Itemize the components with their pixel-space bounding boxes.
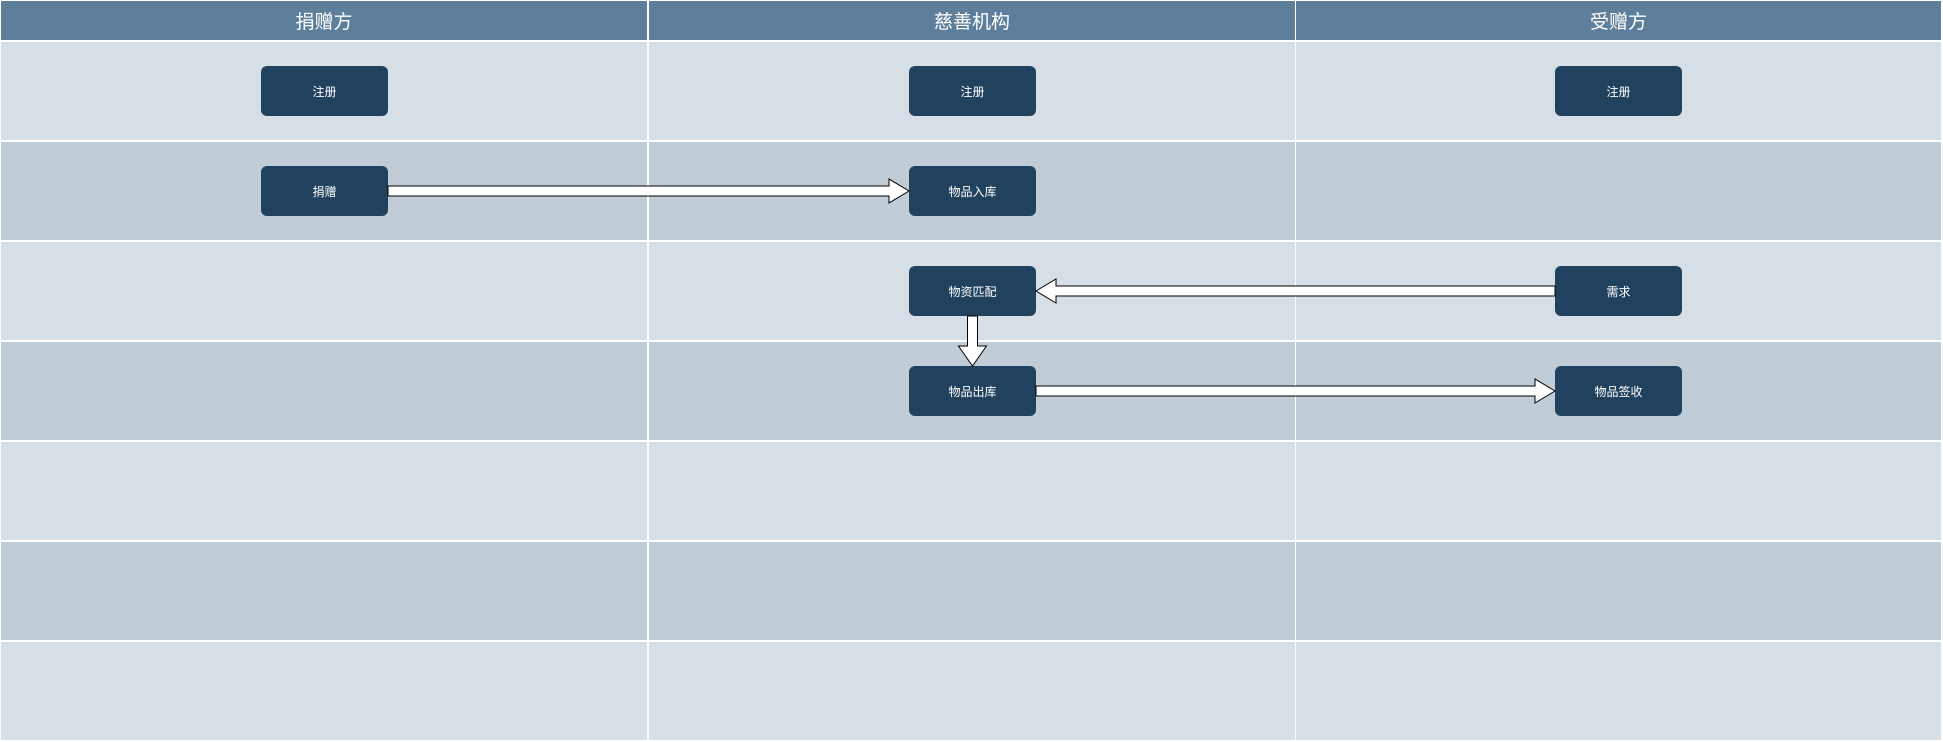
lane-header-recipient: 受赠方 [1296, 1, 1941, 40]
lane-header-donor: 捐赠方 [1, 1, 647, 40]
lane-cell [1, 242, 647, 340]
lane-cell [1296, 642, 1941, 740]
lane-cell [1296, 442, 1941, 540]
process-node-stock-in: 物品入库 [909, 166, 1036, 216]
process-node-recipient-register: 注册 [1555, 66, 1682, 116]
process-node-donate: 捐赠 [261, 166, 388, 216]
lane-cell [1, 342, 647, 440]
lane-cell [1, 642, 647, 740]
process-node-receive: 物品签收 [1555, 366, 1682, 416]
process-node-match: 物资匹配 [909, 266, 1036, 316]
lane-header-charity: 慈善机构 [649, 1, 1295, 40]
lane-cell [1, 442, 647, 540]
lane-cell [649, 542, 1295, 640]
lane-cell [1296, 542, 1941, 640]
swimlane-diagram: 捐赠方 慈善机构 受赠方 注册 注册 注册捐赠 物品入库物资匹配 需求物品出库 物品签收 [0, 0, 1943, 742]
process-node-donor-register: 注册 [261, 66, 388, 116]
lane-cell [649, 642, 1295, 740]
process-node-charity-register: 注册 [909, 66, 1036, 116]
lane-cell [649, 442, 1295, 540]
process-node-stock-out: 物品出库 [909, 366, 1036, 416]
lane-cell [1296, 142, 1941, 240]
lane-cell [1, 542, 647, 640]
process-node-demand: 需求 [1555, 266, 1682, 316]
